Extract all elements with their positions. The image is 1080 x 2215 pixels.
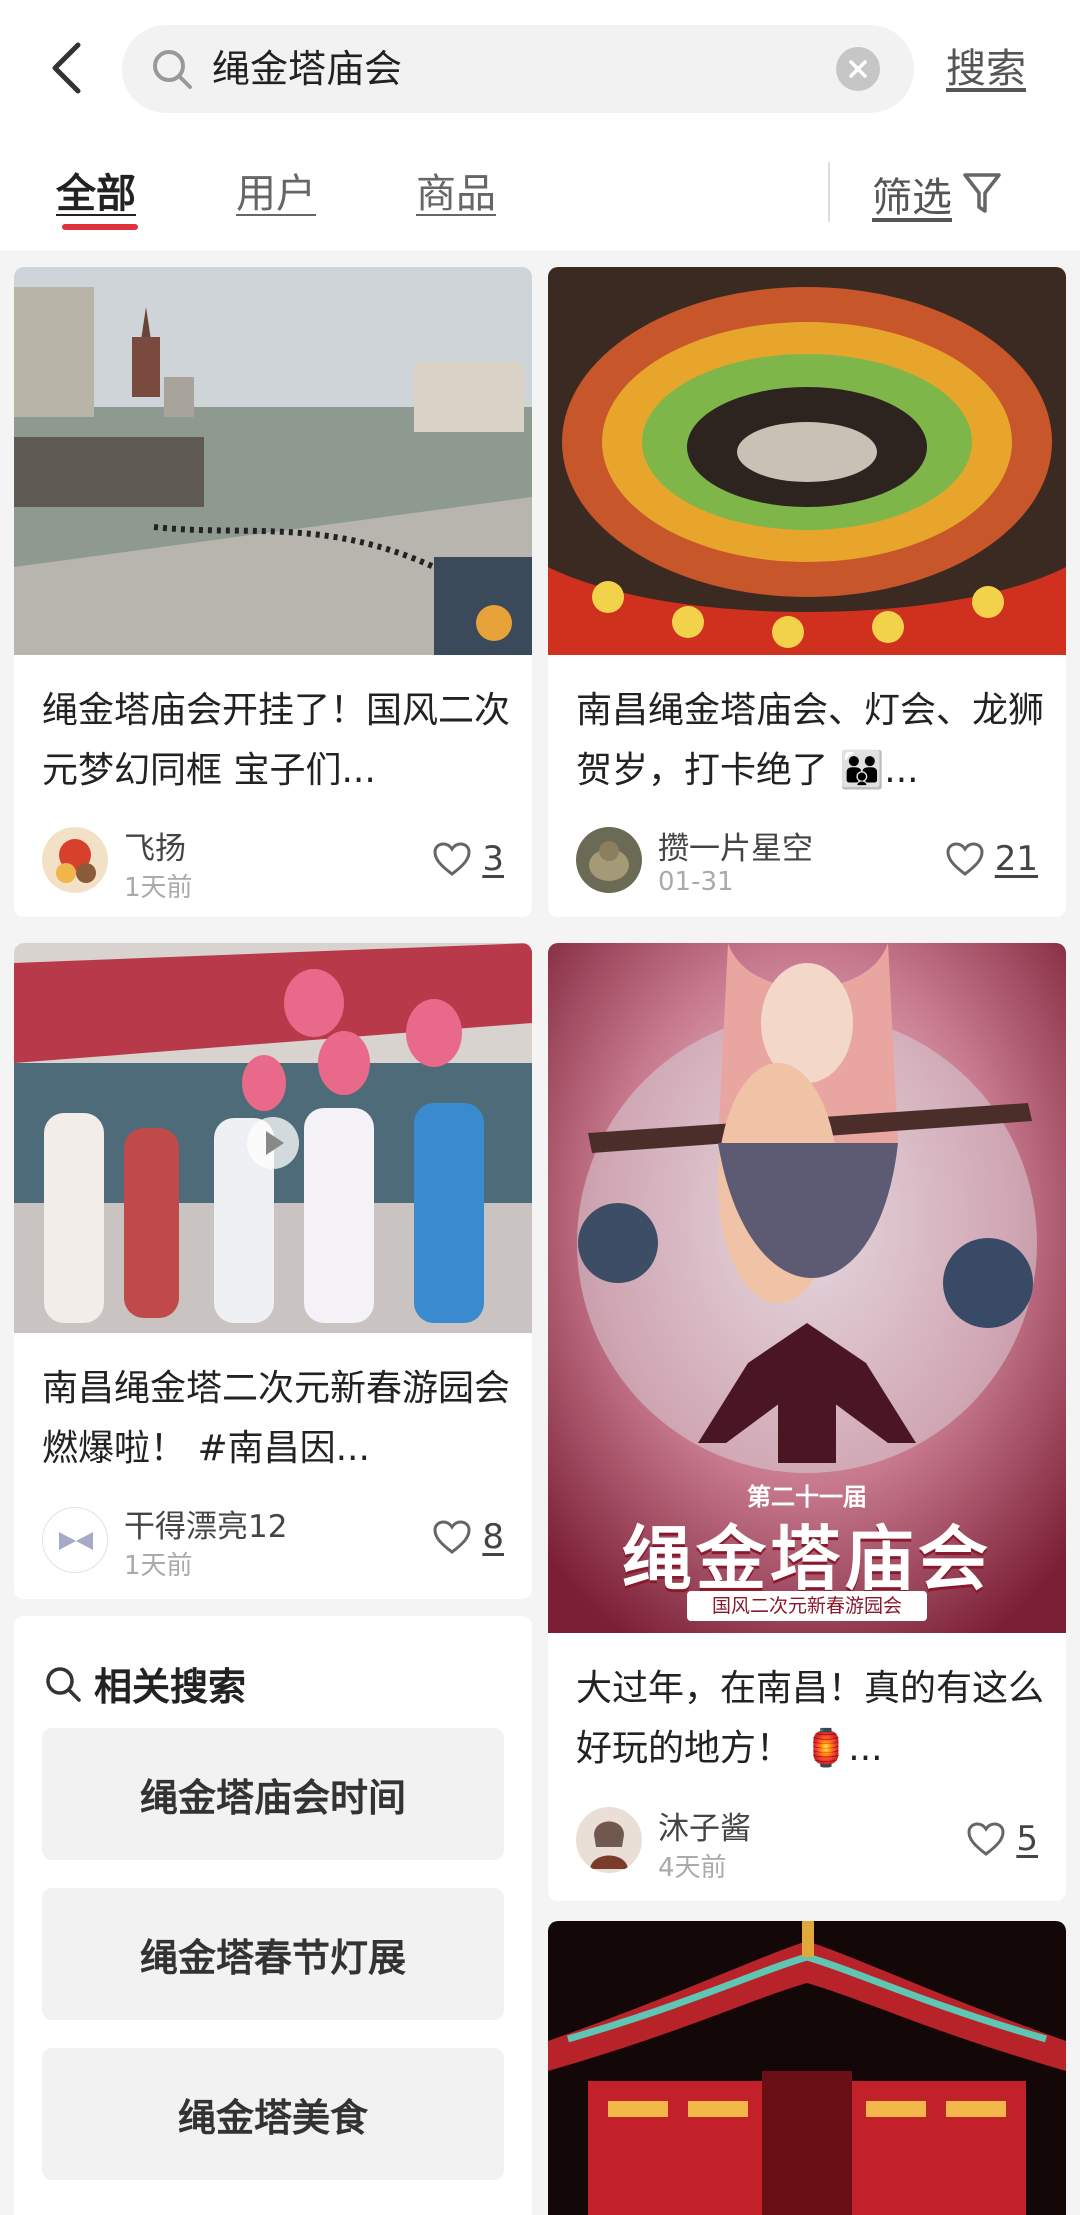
like-button[interactable]: 5 [966, 1819, 1038, 1859]
note-card[interactable]: 绳金塔庙会开挂了！国风二次元梦幻同框 宝子们... 飞扬 1天前 3 [14, 267, 532, 917]
card-title: 绳金塔庙会开挂了！国风二次元梦幻同框 宝子们... [42, 690, 511, 791]
related-search-item[interactable]: 绳金塔春节灯展 [42, 1888, 504, 2020]
card-image: 第二十一届 绳金塔庙会 国风二次元新春游园会 [548, 943, 1066, 1633]
like-count: 8 [482, 1517, 504, 1557]
back-button[interactable] [40, 36, 92, 100]
avatar [576, 1807, 642, 1873]
search-icon [46, 1666, 81, 1702]
tab-all[interactable]: 全部 [56, 166, 136, 222]
avatar [576, 827, 642, 893]
funnel-icon [963, 173, 1001, 213]
card-image [548, 267, 1066, 655]
note-card[interactable]: 南昌绳金塔二次元新春游园会燃爆啦！ #南昌因... 干得漂亮12 1天前 8 [14, 943, 532, 1599]
like-button[interactable]: 3 [432, 839, 504, 879]
filter-button[interactable]: 筛选 [872, 166, 1002, 222]
post-time: 01-31 [658, 867, 734, 897]
related-search-item[interactable]: 绳金塔美食 [42, 2048, 504, 2180]
tab-divider [828, 162, 830, 222]
note-card[interactable] [548, 1921, 1066, 2215]
like-count: 3 [482, 839, 504, 879]
like-count: 5 [1016, 1819, 1038, 1859]
heart-icon [946, 842, 984, 876]
like-button[interactable]: 8 [432, 1517, 504, 1557]
note-card[interactable]: 南昌绳金塔庙会、灯会、龙狮贺岁，打卡绝了 👪... 攒一片星空 01-31 21 [548, 267, 1066, 917]
tab-users[interactable]: 用户 [236, 166, 316, 222]
search-input[interactable]: 绳金塔庙会 [122, 25, 914, 113]
heart-icon [433, 1520, 471, 1554]
close-icon [849, 60, 867, 78]
card-image [548, 1921, 1066, 2215]
related-searches-title: 相关搜索 [94, 1665, 247, 1709]
heart-icon [433, 842, 471, 876]
tab-bar: 全部 用户 商品 筛选 [0, 138, 1080, 252]
author-name: 攒一片星空 [658, 831, 813, 867]
poster-tagline: 国风二次元新春游园会 [687, 1591, 927, 1621]
author-name: 飞扬 [124, 831, 186, 867]
post-time: 4天前 [658, 1853, 727, 1883]
like-button[interactable]: 21 [945, 839, 1038, 879]
post-time: 1天前 [124, 1551, 193, 1581]
card-title: 南昌绳金塔二次元新春游园会燃爆啦！ #南昌因... [42, 1368, 511, 1469]
related-searches: 相关搜索 绳金塔庙会时间 绳金塔春节灯展 绳金塔美食 [14, 1616, 532, 2215]
heart-icon [967, 1822, 1005, 1856]
like-count: 21 [994, 839, 1038, 879]
related-searches-header: 相关搜索 [44, 1656, 246, 1711]
poster-title: 绳金塔庙会 [622, 1517, 992, 1600]
card-image [14, 267, 532, 655]
tab-products[interactable]: 商品 [416, 166, 496, 222]
active-tab-indicator [62, 224, 138, 230]
card-title: 南昌绳金塔庙会、灯会、龙狮贺岁，打卡绝了 👪... [576, 690, 1045, 791]
related-search-item[interactable]: 绳金塔庙会时间 [42, 1728, 504, 1860]
post-time: 1天前 [124, 873, 193, 903]
author-name: 干得漂亮12 [124, 1509, 288, 1545]
author-name: 沐子酱 [658, 1811, 751, 1847]
search-query[interactable]: 绳金塔庙会 [212, 25, 402, 113]
filter-label: 筛选 [872, 175, 952, 221]
card-image [14, 943, 532, 1333]
card-title: 大过年，在南昌！真的有这么好玩的地方！ 🏮... [576, 1668, 1045, 1769]
search-button[interactable]: 搜索 [946, 36, 1026, 102]
clear-button[interactable] [836, 47, 880, 91]
avatar [42, 827, 108, 893]
chevron-left-icon [52, 42, 81, 94]
note-card[interactable]: 第二十一届 绳金塔庙会 国风二次元新春游园会 大过年，在南昌！真的有这么好玩的地… [548, 943, 1066, 1901]
search-icon [153, 50, 192, 89]
top-bar: 绳金塔庙会 搜索 [0, 0, 1080, 138]
avatar [42, 1507, 108, 1573]
